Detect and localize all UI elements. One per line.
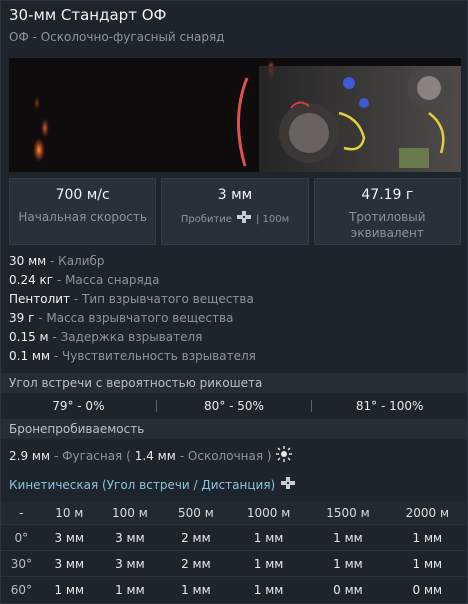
table-cell: 2 мм [162,524,229,551]
table-cell: 3 мм [96,550,163,577]
he-penetration-label: - Фугасная ( [54,448,131,463]
penetration-summary: 2.9 мм - Фугасная ( 1.4 мм - Осколочная … [9,446,292,465]
armor-penetration-section-header: Бронепробиваемость [1,419,467,439]
column-header: 100 м [96,501,163,525]
property-caliber: 30 мм - Калибр [9,254,105,268]
table-cell: 1 мм [228,524,309,551]
column-header: 1500 м [308,501,388,525]
table-row: 0° 3 мм 3 мм 2 мм 1 мм 1 мм 1 мм [1,524,467,551]
muzzle-velocity-label: Начальная скорость [18,210,147,224]
shell-main-stats: 700 м/с Начальная скорость 3 мм Пробитие… [9,178,461,245]
table-cell: 1 мм [387,550,467,577]
table-row: 60° 1 мм 1 мм 1 мм 1 мм 0 мм 0 мм [1,576,467,602]
table-cell: 1 мм [228,550,309,577]
table-cell: 1 мм [387,524,467,551]
table-cell: 0 мм [308,576,388,602]
table-cell: 1 мм [96,576,163,602]
penetration-label-suffix: | 100м [255,214,290,225]
table-cell: 1 мм [41,576,97,602]
kinetic-penetration-table: - 10 м 100 м 500 м 1000 м 1500 м 2000 м … [1,501,467,602]
kinetic-penetration-title: Кинетическая (Угол встречи / Дистанция) [9,477,296,492]
shell-title: 30-мм Стандарт ОФ [9,6,167,24]
penetration-label-prefix: Пробитие [180,214,232,225]
column-header: 500 м [162,501,229,525]
target-crosshair-icon [281,477,296,492]
table-cell: 1 мм [308,550,388,577]
property-fuse-sensitivity: 0.1 мм - Чувствительность взрывателя [9,349,256,363]
table-cell: 1 мм [228,576,309,602]
penetration-stat: 3 мм Пробитие | 100м [161,178,309,245]
table-cell: 1 мм [308,524,388,551]
muzzle-velocity-stat: 700 м/с Начальная скорость [9,178,157,245]
frag-penetration-value: 1.4 мм [134,448,176,463]
column-header: 2000 м [387,501,467,525]
tnt-equivalent-stat: 47.19 г Тротиловый эквивалент [313,178,461,245]
shell-subtitle: ОФ - Осколочно-фугасный снаряд [9,30,225,44]
explosion-icon [275,446,292,465]
penetration-label: Пробитие | 100м [162,211,307,229]
penetration-value: 3 мм [217,187,253,203]
shell-info-panel: 30-мм Стандарт ОФ ОФ - Осколочно-фугасны… [0,0,468,604]
frag-penetration-label: - Осколочная ) [179,448,272,463]
table-header-row: - 10 м 100 м 500 м 1000 м 1500 м 2000 м [1,501,467,525]
property-fuse-delay: 0.15 м - Задержка взрывателя [9,330,203,344]
property-projectile-mass: 0.24 кг - Масса снаряда [9,273,160,287]
shell-properties-list: 30 мм - Калибр 0.24 кг - Масса снаряда П… [9,252,461,366]
table-cell: 1 мм [162,576,229,602]
ricochet-value: 80° - 50% [204,399,264,413]
tnt-equivalent-value: 47.19 г [361,187,414,203]
target-crosshair-icon [236,211,251,229]
table-cell: 3 мм [41,524,97,551]
tnt-equivalent-label: Тротиловый эквивалент [349,210,426,240]
table-cell: 2 мм [162,550,229,577]
ricochet-section-header: Угол встречи с вероятностью рикошета [1,373,467,393]
angle-cell: 30° [1,550,42,577]
column-header: - [1,501,42,525]
property-explosive-mass: 39 г - Масса взрывчатого вещества [9,311,234,325]
property-explosive-type: Пентолит - Тип взрывчатого вещества [9,292,254,306]
table-row: 30° 3 мм 3 мм 2 мм 1 мм 1 мм 1 мм [1,550,467,577]
angle-cell: 60° [1,576,42,602]
he-penetration-value: 2.9 мм [9,448,51,463]
muzzle-velocity-value: 700 м/с [55,187,110,203]
column-header: 1000 м [228,501,309,525]
ricochet-value: 81° - 100% [355,399,424,413]
ricochet-values-row: 79° - 0% 80° - 50% 81° - 100% [1,396,467,416]
angle-cell: 0° [1,524,42,551]
kinetic-title-label: Кинетическая (Угол встречи / Дистанция) [9,477,276,492]
column-header: 10 м [41,501,97,525]
shell-impact-preview-image [9,58,461,172]
table-cell: 0 мм [387,576,467,602]
table-cell: 3 мм [96,524,163,551]
ricochet-value: 79° - 0% [52,399,105,413]
table-cell: 3 мм [41,550,97,577]
